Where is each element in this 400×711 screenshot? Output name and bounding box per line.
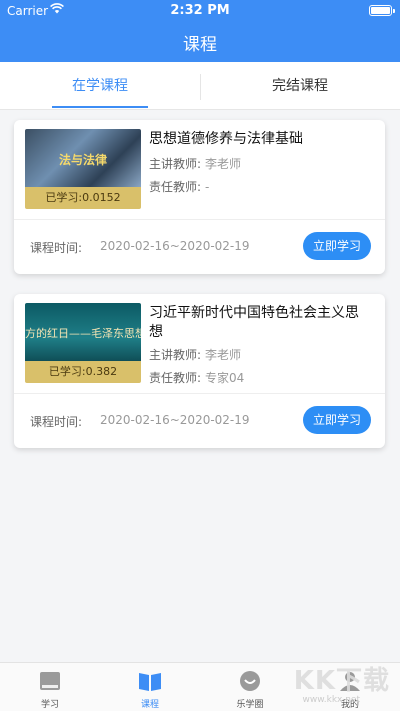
open-book-icon [139,673,161,691]
cover-text: 法与法律 [59,153,108,167]
course-tabs: 在学课程 完结课程 [0,62,400,110]
course-name: 习近平新时代中国特色社会主义思想 [149,305,359,340]
lecturer-row: 主讲教师: 李老师 [149,346,241,363]
course-cover-image: 方的红日——毛泽东思想 [25,303,141,361]
tab-in-progress[interactable]: 在学课程 [0,62,200,110]
page-title: 课程 [183,35,217,55]
course-time-label: 课程时间: [30,241,83,255]
progress-label: 已学习:0.0152 [25,187,141,209]
course-thumbnail[interactable]: 法与法律 已学习:0.0152 [25,129,141,209]
book-icon [40,672,60,690]
course-name: 思想道德修养与法律基础 [149,131,303,147]
course-time-value: 2020-02-16~2020-02-19 [100,413,250,427]
cover-text: 方的红日——毛泽东思想 [25,327,141,340]
watermark-url: www.kkx.net [302,695,361,705]
course-cover-image: 法与法律 [25,129,141,187]
tabbar-label: 学习 [40,700,59,710]
responsible-label: 责任教师: [149,371,202,385]
card-divider [14,219,385,220]
start-study-button[interactable]: 立即学习 [303,232,371,260]
course-thumbnail[interactable]: 方的红日——毛泽东思想 已学习:0.382 [25,303,141,383]
watermark-logo: KK下载 [293,666,390,696]
circle-chat-icon [240,671,260,691]
progress-label: 已学习:0.382 [25,361,141,383]
responsible-value: - [205,180,210,194]
responsible-row: 责任教师: 专家04 [149,369,244,386]
tabbar-item-study[interactable]: 学习 [0,663,100,711]
responsible-value: 专家04 [205,371,245,385]
lecturer-label: 主讲教师: [149,348,202,362]
tabbar-item-circle[interactable]: 乐学圈 [200,663,300,711]
course-time-value: 2020-02-16~2020-02-19 [100,239,250,253]
active-tab-indicator [52,106,148,108]
course-card[interactable]: 法与法律 已学习:0.0152 思想道德修养与法律基础 主讲教师: 李老师 责任教… [14,120,385,274]
clock: 2:32 PM [170,3,230,18]
card-divider [14,393,385,394]
start-study-button[interactable]: 立即学习 [303,406,371,434]
responsible-label: 责任教师: [149,180,202,194]
tab-completed[interactable]: 完结课程 [200,62,400,110]
tabbar-label: 课程 [140,700,159,710]
lecturer-value: 李老师 [205,157,242,171]
lecturer-row: 主讲教师: 李老师 [149,155,241,172]
course-time-label: 课程时间: [30,415,83,429]
battery-icon [369,5,395,16]
course-card[interactable]: 方的红日——毛泽东思想 已学习:0.382 习近平新时代中国特色社会主义思想 主… [14,294,385,448]
tabbar-item-courses[interactable]: 课程 [100,663,200,711]
status-bar: Carrier 2:32 PM [0,0,400,20]
lecturer-label: 主讲教师: [149,157,202,171]
lecturer-value: 李老师 [205,348,242,362]
top-bar: Carrier 2:32 PM 课程 [0,0,400,62]
responsible-row: 责任教师: - [149,178,209,195]
tabbar-label: 乐学圈 [236,700,264,710]
